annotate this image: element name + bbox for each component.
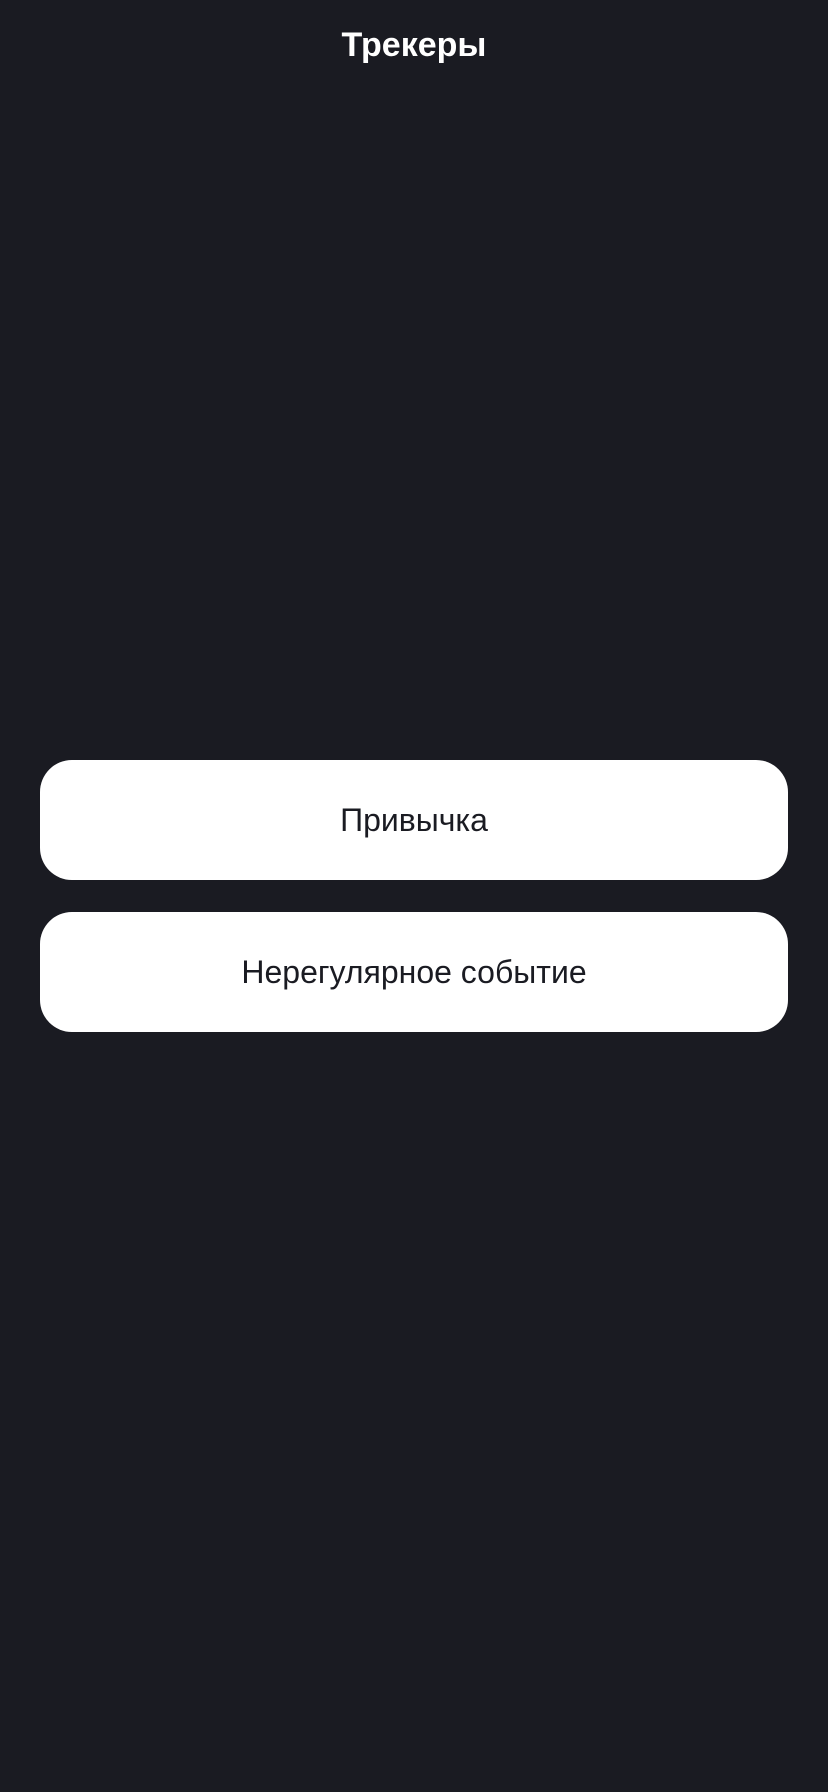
page-title: Трекеры xyxy=(341,26,487,64)
habit-button[interactable]: Привычка xyxy=(40,760,788,880)
irregular-event-button-label: Нерегулярное событие xyxy=(241,953,587,990)
habit-button-label: Привычка xyxy=(340,801,488,838)
irregular-event-button[interactable]: Нерегулярное событие xyxy=(40,912,788,1032)
